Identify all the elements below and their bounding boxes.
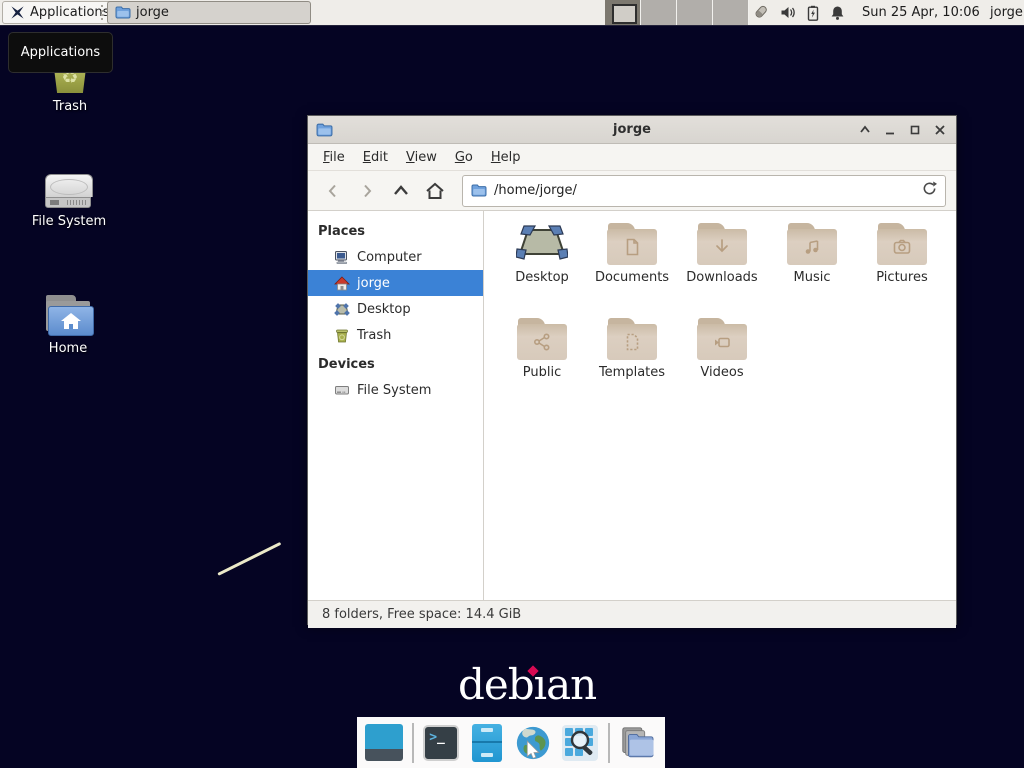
folder-item-templates[interactable]: Templates (587, 318, 677, 413)
documents-folder-icon (607, 223, 657, 265)
panel-handle[interactable] (101, 5, 106, 20)
reload-icon[interactable] (922, 181, 937, 200)
public-folder-icon (517, 318, 567, 360)
home-button[interactable] (420, 177, 450, 205)
maximize-button[interactable] (907, 122, 923, 138)
menu-go[interactable]: Go (446, 147, 482, 168)
show-desktop-icon[interactable] (365, 724, 403, 762)
shade-button[interactable] (857, 122, 873, 138)
trash-icon (334, 328, 350, 343)
toolbar: /home/jorge/ (308, 171, 956, 211)
dock-separator (412, 723, 414, 763)
sidebar-item-file-system[interactable]: File System (308, 377, 483, 403)
path-text: /home/jorge/ (494, 183, 577, 198)
debian-logo: debıan (458, 660, 596, 709)
panel-username[interactable]: jorge (990, 0, 1023, 25)
taskbar-window-button[interactable]: jorge (107, 1, 311, 24)
forward-button[interactable] (352, 177, 382, 205)
location-bar[interactable]: /home/jorge/ (462, 175, 946, 207)
menu-edit[interactable]: Edit (354, 147, 397, 168)
directory-menu-icon[interactable] (619, 724, 657, 762)
folder-item-documents[interactable]: Documents (587, 223, 677, 318)
devices-header: Devices (308, 352, 483, 377)
videos-folder-icon (697, 318, 747, 360)
sidebar-item-jorge[interactable]: jorge (308, 270, 483, 296)
places-header: Places (308, 219, 483, 244)
sidebar-item-trash[interactable]: Trash (308, 322, 483, 348)
minimize-button[interactable] (882, 122, 898, 138)
mouse-icon[interactable] (752, 4, 769, 21)
sidebar-item-computer[interactable]: Computer (308, 244, 483, 270)
menu-file[interactable]: File (314, 147, 354, 168)
desktop: Applications jorge (0, 0, 1024, 768)
volume-icon[interactable] (780, 5, 796, 20)
file-manager-window: jorge File Edit View Go Help (307, 115, 957, 625)
music-folder-icon (787, 223, 837, 265)
applications-tooltip: Applications (8, 32, 113, 73)
desktop-icon-home[interactable]: Home (18, 295, 118, 356)
menu-help[interactable]: Help (482, 147, 530, 168)
workspace-2[interactable] (641, 0, 677, 25)
up-button[interactable] (386, 177, 416, 205)
workspace-switcher (605, 0, 749, 25)
xfce-logo-icon (10, 5, 25, 20)
app-finder-icon[interactable] (561, 724, 599, 762)
folder-item-public[interactable]: Public (497, 318, 587, 413)
folder-item-music[interactable]: Music (767, 223, 857, 318)
sidebar-item-desktop[interactable]: Desktop (308, 296, 483, 322)
templates-folder-icon (607, 318, 657, 360)
menu-view[interactable]: View (397, 147, 446, 168)
terminal-icon[interactable]: >_ (423, 724, 460, 762)
workspace-window-thumb (612, 4, 637, 24)
desktop-icon-file-system[interactable]: File System (19, 174, 119, 229)
back-button[interactable] (318, 177, 348, 205)
desktop-icon (334, 302, 350, 317)
computer-icon (334, 250, 350, 265)
folder-item-downloads[interactable]: Downloads (677, 223, 767, 318)
home-folder-icon (44, 295, 92, 335)
dock: >_ (357, 717, 665, 768)
file-manager-icon[interactable] (469, 724, 506, 762)
menubar: File Edit View Go Help (308, 144, 956, 171)
applications-menu-label: Applications (30, 5, 109, 20)
desktop-special-icon (516, 223, 568, 265)
wallpaper-scratch-line (217, 542, 281, 576)
folder-icon (115, 6, 131, 19)
battery-icon[interactable] (807, 5, 819, 21)
downloads-folder-icon (697, 223, 747, 265)
notifications-bell-icon[interactable] (830, 5, 845, 21)
side-pane: Places Computer jorge Desktop Trash (308, 211, 484, 600)
desktop-icon-label: Home (49, 341, 87, 356)
folder-item-desktop[interactable]: Desktop (497, 223, 587, 318)
drive-icon (334, 383, 350, 397)
taskbar-window-label: jorge (136, 5, 169, 20)
file-grid: Desktop Documents Downloads (484, 211, 956, 600)
hard-drive-icon (45, 174, 93, 208)
close-button[interactable] (932, 122, 948, 138)
web-browser-icon[interactable] (514, 724, 552, 762)
workspace-1[interactable] (605, 0, 641, 25)
folder-item-pictures[interactable]: Pictures (857, 223, 947, 318)
folder-item-videos[interactable]: Videos (677, 318, 767, 413)
desktop-icon-label: Trash (53, 99, 87, 114)
panel-clock[interactable]: Sun 25 Apr, 10:06 (862, 0, 980, 25)
path-folder-icon (471, 184, 487, 197)
desktop-icon-label: File System (32, 214, 106, 229)
window-folder-icon (316, 123, 333, 137)
workspace-4[interactable] (713, 0, 749, 25)
home-icon (334, 276, 350, 291)
system-tray (752, 0, 845, 25)
dock-separator (608, 723, 610, 763)
pictures-folder-icon (877, 223, 927, 265)
window-titlebar[interactable]: jorge (308, 116, 956, 144)
top-panel: Applications jorge (0, 0, 1024, 26)
workspace-3[interactable] (677, 0, 713, 25)
statusbar: 8 folders, Free space: 14.4 GiB (308, 600, 956, 628)
